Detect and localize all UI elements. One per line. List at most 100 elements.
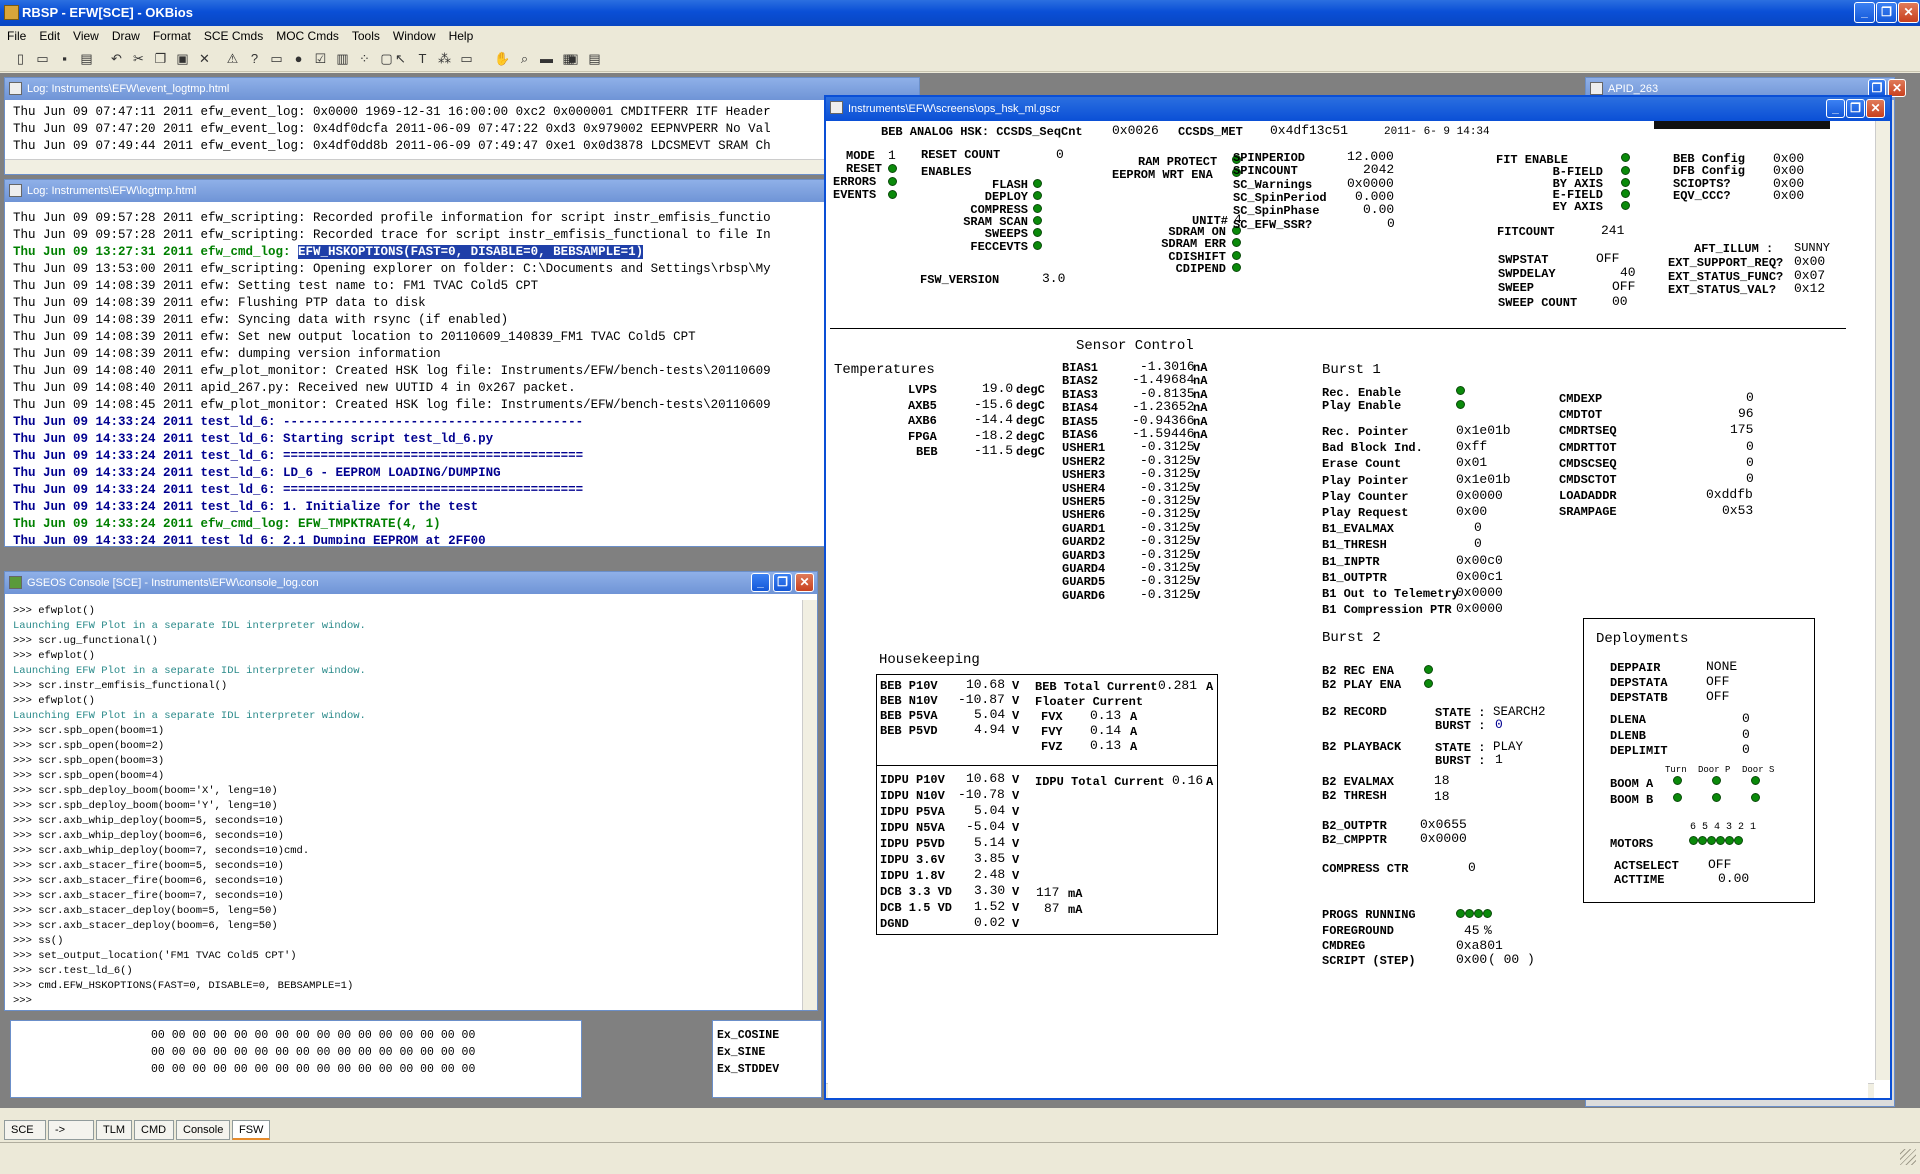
menu-item-edit[interactable]: Edit <box>32 26 66 43</box>
burst1-label: B1_THRESH <box>1322 538 1387 553</box>
delete-icon[interactable]: ✕ <box>196 50 213 67</box>
minimize-button[interactable]: _ <box>1854 2 1875 23</box>
sensor-unit: nA <box>1193 387 1208 402</box>
help-icon[interactable]: ? <box>246 50 263 67</box>
hsk-minimize-button[interactable]: _ <box>1826 99 1845 118</box>
hsk-window-titlebar[interactable]: Instruments\EFW\screens\ops_hsk_ml.gscr … <box>826 97 1890 121</box>
logtmp-titlebar[interactable]: Log: Instruments\EFW\logtmp.html <box>5 180 829 202</box>
console-titlebar[interactable]: GSEOS Console [SCE] - Instruments\EFW\co… <box>5 572 817 594</box>
log-line-text: Thu Jun 09 14:08:40 2011 apid_267.py: Re… <box>13 381 576 395</box>
hsk-restore-button[interactable]: ❐ <box>1846 99 1865 118</box>
menu-item-moc-cmds[interactable]: MOC Cmds <box>269 26 345 43</box>
save-icon[interactable]: ▪ <box>56 50 73 67</box>
status-bar <box>0 1142 1920 1174</box>
tab-tlm[interactable]: TLM <box>96 1120 132 1140</box>
resize-grip-icon[interactable] <box>1900 1149 1916 1165</box>
hsk-close-button[interactable]: ✕ <box>1866 99 1885 118</box>
idpu-unit: V <box>1012 901 1020 915</box>
paste-icon[interactable]: ▣ <box>174 50 191 67</box>
restore-button[interactable]: ❐ <box>1876 2 1897 23</box>
console-close-button[interactable]: ✕ <box>795 573 814 592</box>
idpu-unit: V <box>1012 789 1020 803</box>
console-line: >>> scr.axb_stacer_deploy(boom=5, leng=5… <box>13 905 278 917</box>
temperature-value: -15.6 <box>974 396 1014 412</box>
cascade-icon[interactable]: ▤ <box>586 50 603 67</box>
rec-enable-led <box>1456 386 1465 395</box>
ext-label: EXT_STATUS_FUNC? <box>1668 269 1784 284</box>
hsk-vscroll[interactable] <box>1875 121 1890 1080</box>
ex-labels-window: Ex_COSINE Ex_SINE Ex_STDDEV <box>712 1020 822 1098</box>
menu-item-window[interactable]: Window <box>386 26 442 43</box>
tab-console[interactable]: Console <box>176 1120 230 1140</box>
burst1-label: B1 Compression PTR <box>1322 603 1452 618</box>
tile-icon[interactable]: ▣ <box>564 50 581 67</box>
logtmp-window[interactable]: Log: Instruments\EFW\logtmp.html Thu Jun… <box>4 179 830 547</box>
play-enable-label: Play Enable <box>1322 399 1402 413</box>
tab-sce[interactable]: SCE -> <box>4 1120 46 1154</box>
event-log-titlebar[interactable]: Log: Instruments\EFW\event_logtmp.html <box>5 78 919 100</box>
log-line: Thu Jun 09 14:08:39 2011 efw: dumping ve… <box>13 346 825 363</box>
fit-led <box>1621 177 1630 187</box>
floater-value: 0.13 <box>1090 708 1122 723</box>
binary-icon[interactable]: ⁘ <box>356 50 373 67</box>
undo-icon[interactable]: ↶ <box>108 50 125 67</box>
globe-icon[interactable]: ● <box>290 50 307 67</box>
zoom-icon[interactable]: ⌕ <box>516 50 533 67</box>
log-line: Thu Jun 09 14:08:39 2011 efw: Flushing P… <box>13 295 825 312</box>
cut-icon[interactable]: ✂ <box>130 50 147 67</box>
toolbar: ▯ ▭ ▪ ▤ ↶ ✂ ❐ ▣ ✕ ⚠ ? ▭ ● ☑ ▥ ⁘ ▢ ↖ T ⁂ … <box>0 46 1920 72</box>
console-restore-button[interactable]: ❐ <box>773 573 792 592</box>
menu-item-file[interactable]: File <box>0 26 32 43</box>
field-icon[interactable]: ▭ <box>458 50 475 67</box>
hsk-window-title: Instruments\EFW\screens\ops_hsk_ml.gscr <box>848 103 1061 115</box>
log-line-text: Thu Jun 09 14:33:24 2011 test_ld_6: ====… <box>13 449 584 463</box>
play-enable-led <box>1456 400 1465 409</box>
tab-fsw[interactable]: FSW <box>232 1120 270 1140</box>
burst1-label: Play Request <box>1322 506 1409 520</box>
menu-item-format[interactable]: Format <box>146 26 197 43</box>
deployment-value: 0 <box>1742 727 1750 742</box>
console-output[interactable]: >>> efwplot() Launching EFW Plot in a sep… <box>13 604 793 1004</box>
menu-item-view[interactable]: View <box>66 26 105 43</box>
events-label: EVENTS <box>833 188 877 202</box>
tab-cmd[interactable]: CMD <box>134 1120 174 1140</box>
enable-led-compress <box>1033 203 1042 213</box>
dcb33-ma-unit: mA <box>1068 887 1083 901</box>
console-minimize-button[interactable]: _ <box>751 573 770 592</box>
fsw-version-value: 3.0 <box>1042 271 1066 286</box>
print-icon[interactable]: ▤ <box>78 50 95 67</box>
copy-icon[interactable]: ❐ <box>152 50 169 67</box>
menu-item-draw[interactable]: Draw <box>105 26 146 43</box>
open-icon[interactable]: ▭ <box>34 50 51 67</box>
close-button[interactable]: ✕ <box>1898 2 1919 23</box>
foreground-value: 45 <box>1464 923 1480 938</box>
menu-item-tools[interactable]: Tools <box>345 26 386 43</box>
floater-unit: A <box>1130 740 1138 754</box>
console-vscroll[interactable] <box>802 600 817 1010</box>
chart-icon[interactable]: ▥ <box>334 50 351 67</box>
hand-icon[interactable]: ✋ <box>494 50 511 67</box>
event-log-hscroll[interactable] <box>5 159 919 174</box>
sdram-led <box>1232 262 1241 272</box>
idpu-unit: V <box>1012 837 1020 851</box>
menu-item-sce-cmds[interactable]: SCE Cmds <box>197 26 269 43</box>
text-icon[interactable]: T <box>414 50 431 67</box>
window-icon[interactable]: ▭ <box>268 50 285 67</box>
deployment-col-header: Turn <box>1665 765 1687 775</box>
deployment-label: DLENB <box>1610 729 1647 743</box>
deployment-label: DLENA <box>1610 713 1647 727</box>
warning-icon[interactable]: ⚠ <box>224 50 241 67</box>
menu-item-help[interactable]: Help <box>442 26 480 43</box>
ruler-icon[interactable]: ▬ <box>538 50 555 67</box>
tab-sce[interactable]: -> SCE <box>48 1120 94 1154</box>
new-icon[interactable]: ▯ <box>12 50 29 67</box>
check-icon[interactable]: ☑ <box>312 50 329 67</box>
event-log-window[interactable]: Log: Instruments\EFW\event_logtmp.html T… <box>4 77 920 175</box>
pointer-icon[interactable]: ↖ <box>392 50 409 67</box>
hexdump-row: 00 00 00 00 00 00 00 00 00 00 00 00 00 0… <box>151 1063 476 1076</box>
bottom-tabs: SCE ->-> SCETLMCMDConsoleFSW <box>0 1118 1920 1154</box>
digits-icon[interactable]: ⁂ <box>436 50 453 67</box>
console-window[interactable]: GSEOS Console [SCE] - Instruments\EFW\co… <box>4 571 818 1011</box>
reset-label: RESET <box>846 162 883 176</box>
cmd-value: 0x53 <box>1722 503 1754 519</box>
